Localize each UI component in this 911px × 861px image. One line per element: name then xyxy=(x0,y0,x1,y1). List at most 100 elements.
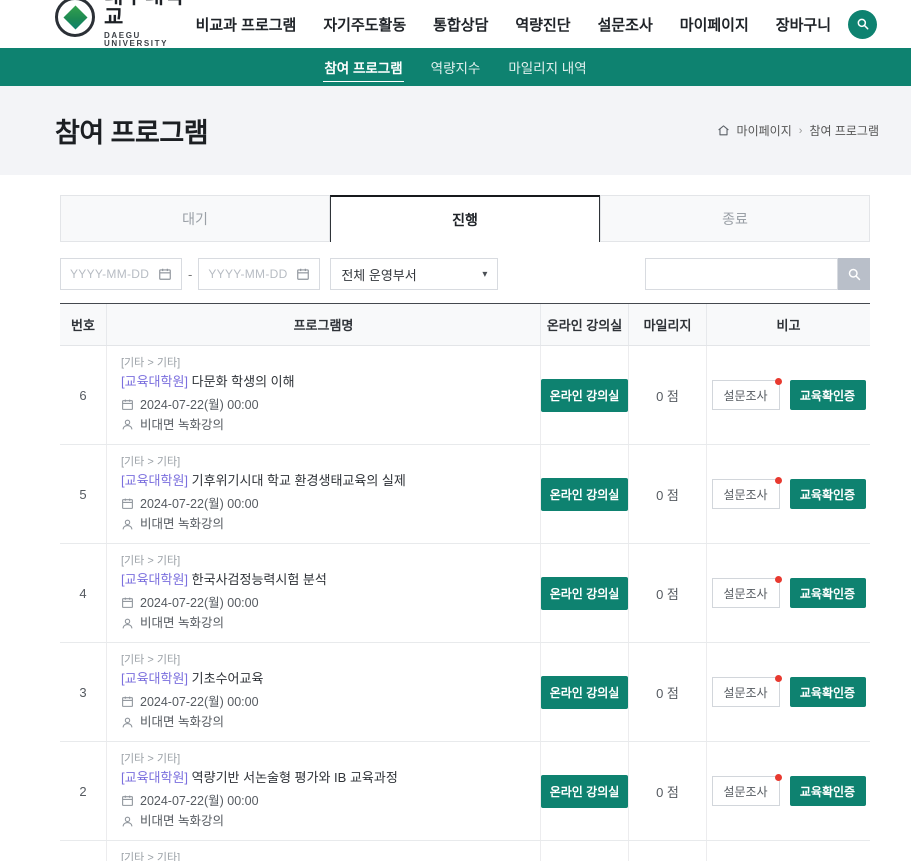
program-organization: [교육대학원] xyxy=(121,671,188,686)
certificate-button[interactable]: 교육확인증 xyxy=(790,479,866,509)
global-nav-item[interactable]: 통합상담 xyxy=(433,14,488,35)
program-cell: [기타 > 기타] [교육대학원] 역량기반 서논술형 평가와 IB 교육과정 … xyxy=(106,742,540,840)
col-header-remarks: 비고 xyxy=(706,304,870,345)
table-row: 6 [기타 > 기타] [교육대학원] 다문화 학생의 이해 2024-07-2… xyxy=(60,346,870,445)
status-tab[interactable]: 종료 xyxy=(600,195,870,242)
mileage-value: 0 점 xyxy=(628,544,706,642)
program-title: 기후위기시대 학교 환경생태교육의 실제 xyxy=(192,473,406,488)
logo-korean-name: 대구대학교 xyxy=(104,0,196,28)
sub-nav: 참여 프로그램 역량지수 마일리지 내역 xyxy=(0,48,911,86)
program-cell: [기타 > 기타] [교육대학원] 한국사검정능력시험 분석 2024-07-2… xyxy=(106,544,540,642)
online-classroom-button[interactable]: 온라인 강의실 xyxy=(541,577,629,610)
survey-button[interactable]: 설문조사 xyxy=(712,578,780,608)
table-row: 2 [기타 > 기타] [교육대학원] 역량기반 서논술형 평가와 IB 교육과… xyxy=(60,742,870,841)
page-title: 참여 프로그램 xyxy=(55,111,208,150)
global-nav-item[interactable]: 마이페이지 xyxy=(680,14,749,35)
calendar-icon xyxy=(121,497,134,510)
online-classroom-button[interactable]: 온라인 강의실 xyxy=(541,478,629,511)
status-tab[interactable]: 진행 xyxy=(330,195,600,242)
person-icon xyxy=(121,418,134,431)
program-title: 한국사검정능력시험 분석 xyxy=(192,572,327,587)
mileage-value: 0 점 xyxy=(628,643,706,741)
online-classroom-button[interactable]: 온라인 강의실 xyxy=(541,676,629,709)
global-nav-item[interactable]: 자기주도활동 xyxy=(323,14,406,35)
survey-button[interactable]: 설문조사 xyxy=(712,380,780,410)
main-content: 대기 진행 종료 YYYY-MM-DD - YYYY-MM-DD 전체 운영부서… xyxy=(0,175,911,861)
survey-alert-dot xyxy=(775,774,782,781)
program-organization: [교육대학원] xyxy=(121,374,188,389)
department-select[interactable]: 전체 운영부서 ▾ xyxy=(330,258,498,290)
sub-nav-item[interactable]: 참여 프로그램 xyxy=(323,53,403,82)
survey-button[interactable]: 설문조사 xyxy=(712,776,780,806)
top-header: 대구대학교 DAEGU UNIVERSITY 비교과 프로그램 자기주도활동 통… xyxy=(0,0,911,48)
certificate-button[interactable]: 교육확인증 xyxy=(790,380,866,410)
global-nav-item[interactable]: 설문조사 xyxy=(598,14,653,35)
row-number: 6 xyxy=(60,346,106,444)
sub-nav-item[interactable]: 마일리지 내역 xyxy=(507,53,587,81)
program-title: 역량기반 서논술형 평가와 IB 교육과정 xyxy=(192,770,398,785)
row-number: 5 xyxy=(60,445,106,543)
program-method: 비대면 녹화강의 xyxy=(140,713,224,731)
program-date: 2024-07-22(월) 00:00 xyxy=(140,693,259,711)
date-from-input[interactable]: YYYY-MM-DD xyxy=(60,258,182,290)
calendar-icon xyxy=(121,794,134,807)
global-nav-item[interactable]: 장바구니 xyxy=(776,14,831,35)
header-search-button[interactable] xyxy=(848,10,877,39)
program-organization: [교육대학원] xyxy=(121,572,188,587)
date-to-input[interactable]: YYYY-MM-DD xyxy=(198,258,320,290)
mileage-value: 0 점 xyxy=(628,841,706,861)
program-cell: [기타 > 기타] [교육대학원] AI DT(디지털교과서)의 개발 현황과 … xyxy=(106,841,540,861)
survey-button[interactable]: 설문조사 xyxy=(712,479,780,509)
survey-button[interactable]: 설문조사 xyxy=(712,677,780,707)
program-title: 기초수어교육 xyxy=(192,671,264,686)
table-row: 3 [기타 > 기타] [교육대학원] 기초수어교육 2024-07-22(월)… xyxy=(60,643,870,742)
program-date: 2024-07-22(월) 00:00 xyxy=(140,792,259,810)
program-category: [기타 > 기타] xyxy=(121,356,180,372)
person-icon xyxy=(121,716,134,729)
program-date: 2024-07-22(월) 00:00 xyxy=(140,396,259,414)
calendar-icon xyxy=(158,267,172,281)
page-title-band: 참여 프로그램 마이페이지 › 참여 프로그램 xyxy=(0,86,911,175)
university-logo[interactable]: 대구대학교 DAEGU UNIVERSITY xyxy=(55,0,196,48)
program-method: 비대면 녹화강의 xyxy=(140,812,224,830)
global-nav: 비교과 프로그램 자기주도활동 통합상담 역량진단 설문조사 마이페이지 장바구… xyxy=(196,14,831,35)
status-tabs: 대기 진행 종료 xyxy=(60,195,870,242)
calendar-icon xyxy=(296,267,310,281)
row-number: 3 xyxy=(60,643,106,741)
program-title-link[interactable]: [교육대학원] 한국사검정능력시험 분석 xyxy=(121,571,327,590)
date-range-separator: - xyxy=(188,267,192,282)
certificate-button[interactable]: 교육확인증 xyxy=(790,578,866,608)
program-title-link[interactable]: [교육대학원] 기초수어교육 xyxy=(121,670,263,689)
program-method: 비대면 녹화강의 xyxy=(140,614,224,632)
table-row: 4 [기타 > 기타] [교육대학원] 한국사검정능력시험 분석 2024-07… xyxy=(60,544,870,643)
certificate-button[interactable]: 교육확인증 xyxy=(790,776,866,806)
program-title-link[interactable]: [교육대학원] 기후위기시대 학교 환경생태교육의 실제 xyxy=(121,472,406,491)
home-icon xyxy=(717,124,730,137)
certificate-button[interactable]: 교육확인증 xyxy=(790,677,866,707)
program-title-link[interactable]: [교육대학원] 다문화 학생의 이해 xyxy=(121,373,295,392)
online-classroom-button[interactable]: 온라인 강의실 xyxy=(541,775,629,808)
survey-alert-dot xyxy=(775,378,782,385)
person-icon xyxy=(121,518,134,531)
global-nav-item[interactable]: 역량진단 xyxy=(515,14,570,35)
keyword-search-input[interactable] xyxy=(645,258,838,290)
online-classroom-button[interactable]: 온라인 강의실 xyxy=(541,379,629,412)
table-search-button[interactable] xyxy=(838,258,870,290)
person-icon xyxy=(121,617,134,630)
program-table: 번호 프로그램명 온라인 강의실 마일리지 비고 6 [기타 > 기타] [교육… xyxy=(60,303,870,861)
program-organization: [교육대학원] xyxy=(121,473,188,488)
calendar-icon xyxy=(121,695,134,708)
search-icon xyxy=(856,17,870,31)
survey-alert-dot xyxy=(775,477,782,484)
row-number: 2 xyxy=(60,742,106,840)
sub-nav-item[interactable]: 역량지수 xyxy=(430,53,482,81)
global-nav-item[interactable]: 비교과 프로그램 xyxy=(196,14,297,35)
table-row: 5 [기타 > 기타] [교육대학원] 기후위기시대 학교 환경생태교육의 실제… xyxy=(60,445,870,544)
program-title-link[interactable]: [교육대학원] 역량기반 서논술형 평가와 IB 교육과정 xyxy=(121,769,398,788)
row-number: 1 xyxy=(60,841,106,861)
breadcrumb-mypage[interactable]: 마이페이지 xyxy=(737,122,792,139)
status-tab[interactable]: 대기 xyxy=(60,195,330,242)
col-header-classroom: 온라인 강의실 xyxy=(540,304,628,345)
university-emblem-icon xyxy=(55,0,95,37)
program-cell: [기타 > 기타] [교육대학원] 다문화 학생의 이해 2024-07-22(… xyxy=(106,346,540,444)
